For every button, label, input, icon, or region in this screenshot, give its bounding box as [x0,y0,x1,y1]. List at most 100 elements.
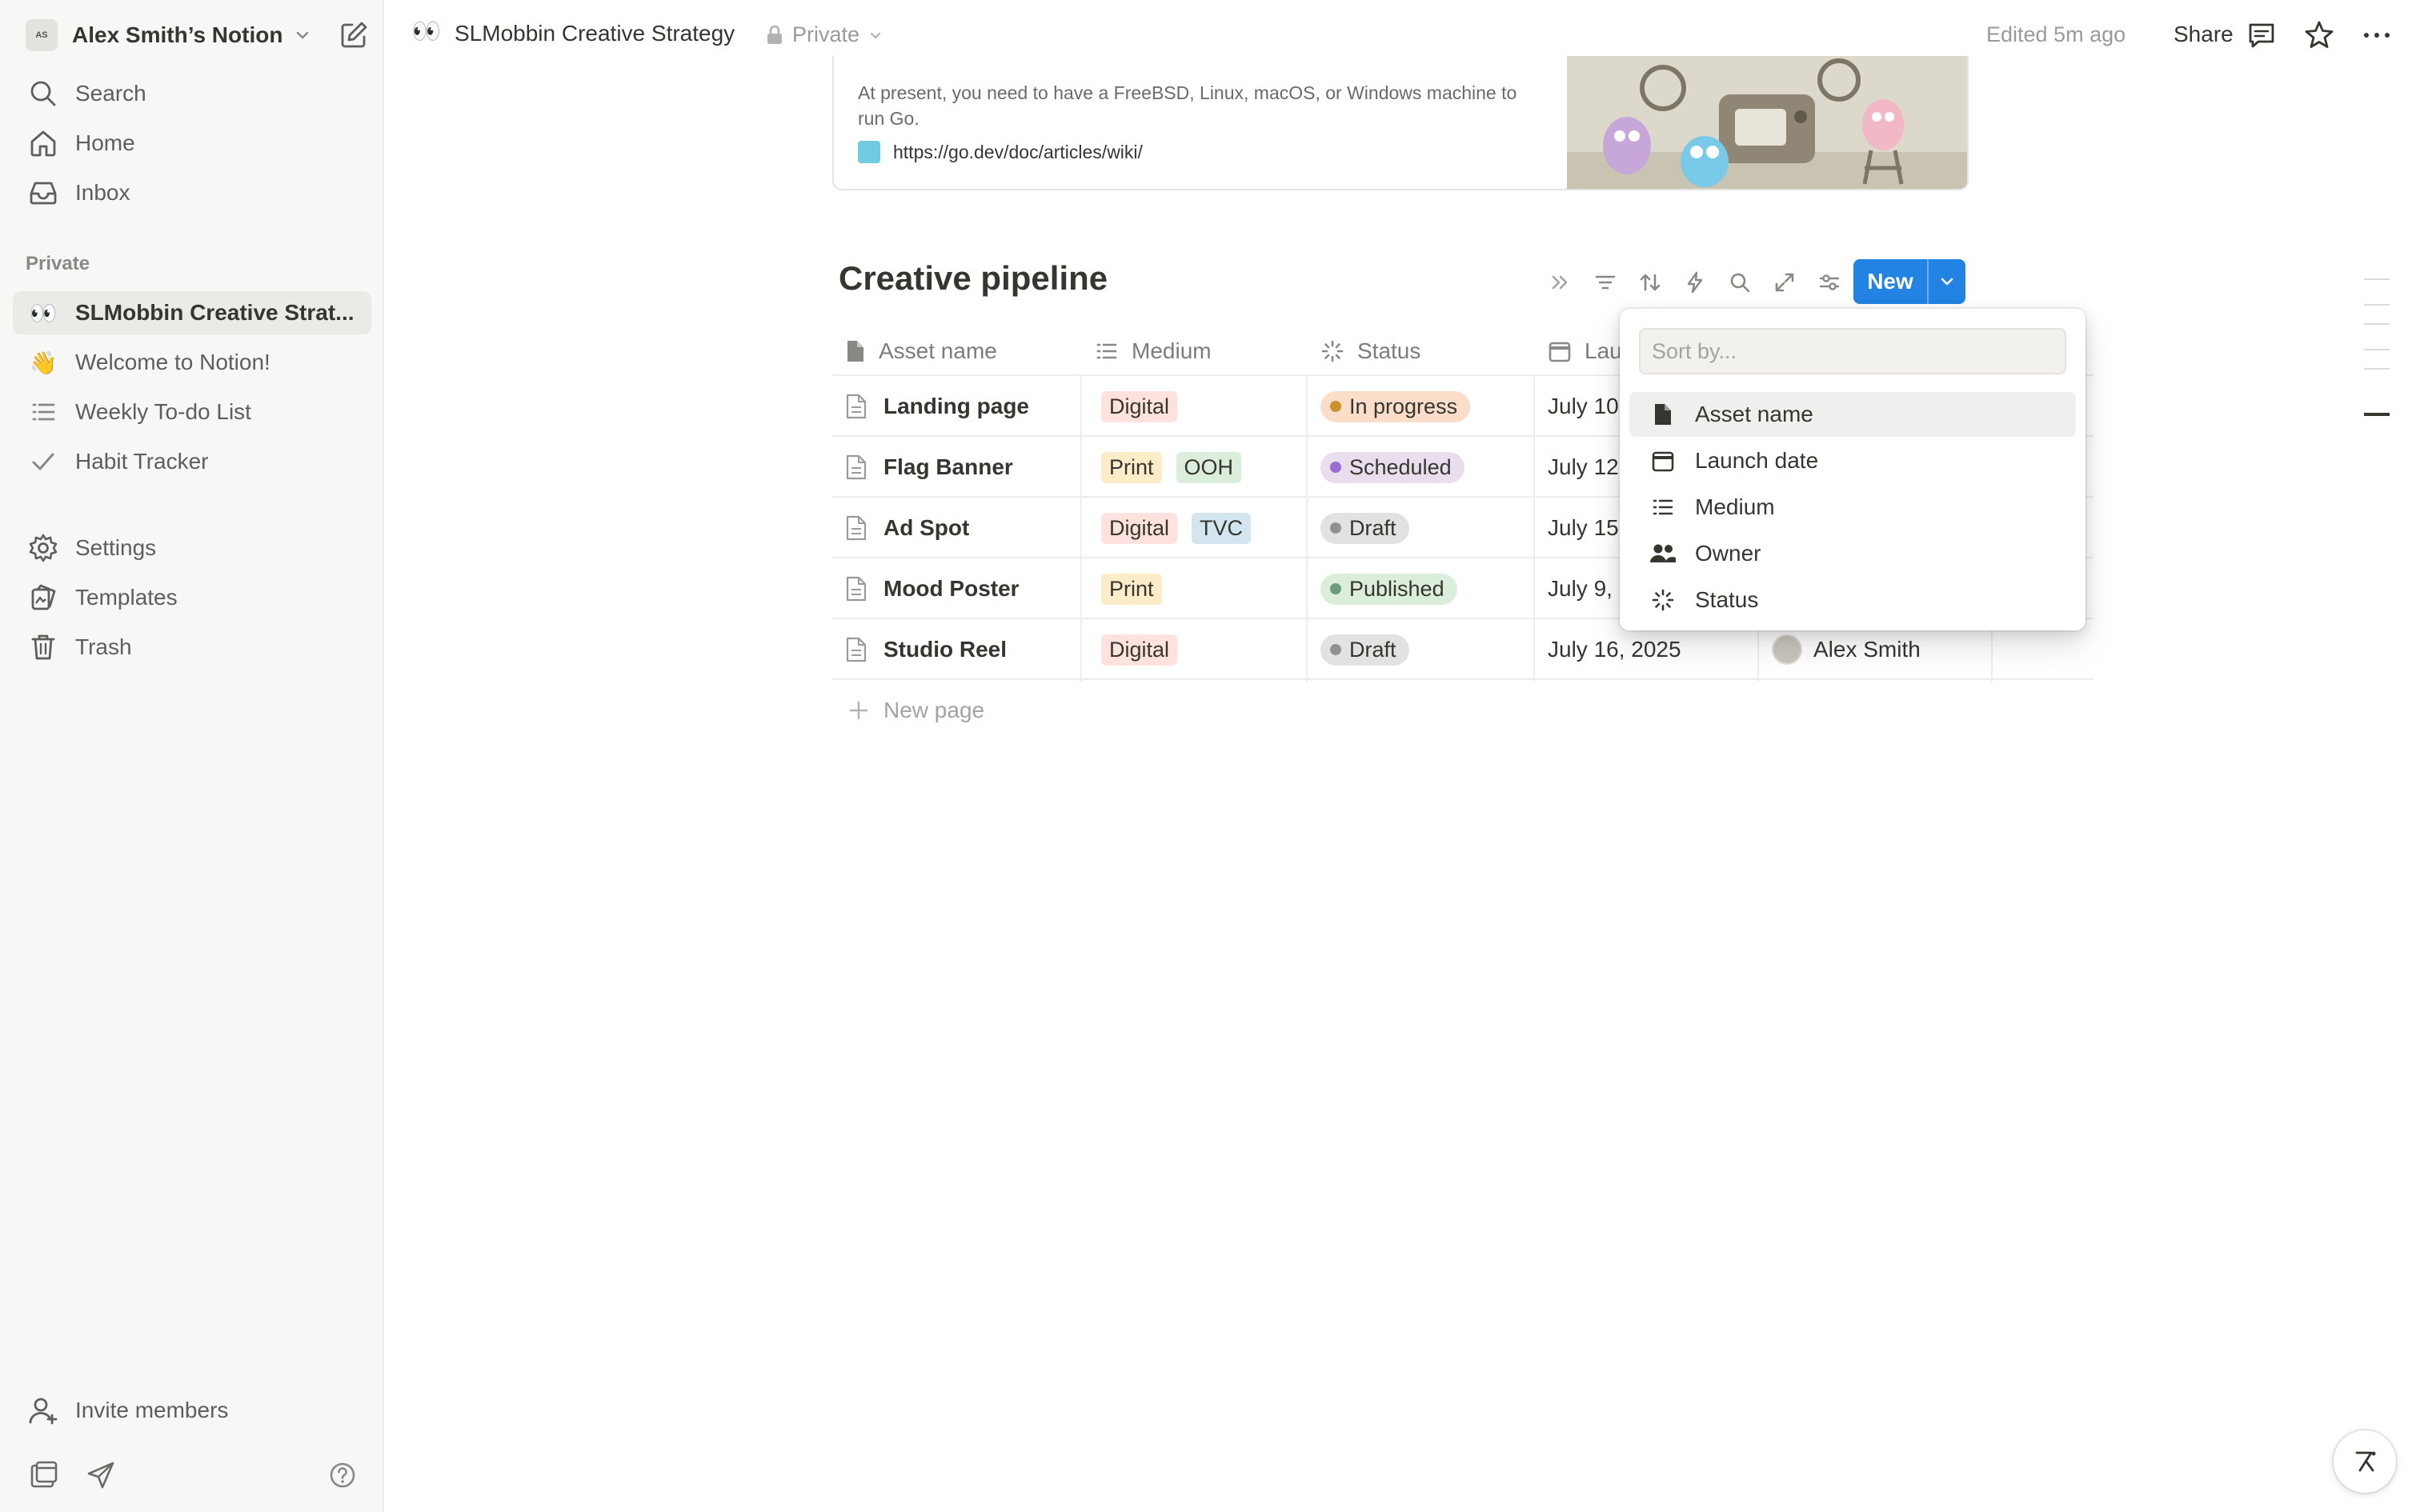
column-header-status[interactable]: Status [1320,326,1420,376]
column-header-asset-name[interactable]: Asset name [845,326,997,376]
sort-search-input[interactable] [1639,328,2066,374]
search-icon[interactable] [1717,264,1762,301]
asset-name-cell[interactable]: Mood Poster [845,558,1020,619]
status-cell[interactable]: Published [1320,558,1457,619]
home-icon [27,127,59,159]
privacy-label: Private [792,22,860,46]
filter-icon[interactable] [1583,264,1628,301]
sort-option-launch-date[interactable]: Launch date [1629,438,2076,483]
column-header-medium[interactable]: Medium [1095,326,1212,376]
asset-name-cell[interactable]: Flag Banner [845,437,1013,498]
invite-members-button[interactable]: Invite members [13,1389,371,1432]
asset-name-cell[interactable]: Studio Reel [845,619,1007,680]
status-cell[interactable]: Draft [1320,619,1409,680]
sort-option-owner[interactable]: Owner [1629,531,2076,576]
check-icon [27,447,59,476]
expand-icon[interactable] [1762,264,1807,301]
medium-cell[interactable]: Print [1101,558,1176,619]
medium-cell[interactable]: Digital [1101,619,1192,680]
sidebar-footer [27,1458,371,1493]
outline-marker[interactable] [2364,368,2390,370]
workspace-switcher[interactable]: AS Alex Smith’s Notion [26,16,370,54]
launch-date-cell[interactable]: July 15 [1548,498,1619,558]
sidebar-item-inbox[interactable]: Inbox [13,171,371,214]
asset-name: Landing page [883,394,1029,418]
medium-cell[interactable]: Print OOH [1101,437,1256,498]
asset-name-cell[interactable]: Ad Spot [845,498,969,558]
page-icon [845,576,867,602]
page-icon [845,394,867,419]
asset-name: Flag Banner [883,454,1013,479]
sidebar-item-search[interactable]: Search [13,72,371,115]
status-cell[interactable]: Scheduled [1320,437,1464,498]
page-icon [845,515,867,541]
ai-face-icon [2349,1446,2381,1478]
owner-name: Alex Smith [1813,637,1921,662]
launch-date-cell[interactable]: July 12 [1548,437,1619,498]
star-icon[interactable] [2303,19,2335,51]
column-header-label: Asset name [879,338,997,363]
edited-timestamp: Edited 5m ago [1986,22,2126,46]
column-header-launch-date[interactable]: Lau [1548,326,1622,376]
outline-marker[interactable] [2364,349,2390,350]
settings-sliders-icon[interactable] [1807,264,1852,301]
invite-members-label: Invite members [75,1398,229,1422]
send-icon[interactable] [85,1459,117,1491]
compose-icon[interactable] [338,19,370,51]
sidebar-item-label: Trash [75,634,132,659]
sort-option-asset-name[interactable]: Asset name [1629,392,2076,437]
chevron-down-icon[interactable] [1929,273,1965,290]
outline-marker[interactable] [2364,304,2390,306]
launch-date-cell[interactable]: July 10 [1548,376,1619,437]
sidebar-item-slmobbin-creative-strategy[interactable]: 👀 SLMobbin Creative Strat... [13,291,371,334]
status-icon [1320,339,1344,363]
sort-option-medium[interactable]: Medium [1629,485,2076,530]
sidebar-item-habit-tracker[interactable]: Habit Tracker [13,440,371,483]
column-header-label: Medium [1132,338,1212,363]
breadcrumb-page-title[interactable]: SLMobbin Creative Strategy [455,21,735,46]
outline-marker[interactable] [2364,323,2390,325]
status-cell[interactable]: Draft [1320,498,1409,558]
sidebar-item-home[interactable]: Home [13,122,371,165]
medium-tag: Digital [1101,512,1178,544]
sidebar-item-templates[interactable]: Templates [13,576,371,619]
new-page-button[interactable]: New page [848,698,984,723]
notion-ai-button[interactable] [2334,1430,2396,1493]
share-button[interactable]: Share [2174,22,2234,47]
sidebar-item-trash[interactable]: Trash [13,626,371,669]
bookmark-preview-card[interactable]: At present, you need to have a FreeBSD, … [832,56,1969,190]
more-options-icon[interactable] [2361,19,2393,51]
database-title[interactable]: Creative pipeline [839,259,1108,298]
sidebar-item-welcome[interactable]: 👋 Welcome to Notion! [13,341,371,384]
calendar-app-icon[interactable] [27,1459,59,1491]
sidebar-item-label: Habit Tracker [75,449,209,474]
avatar [1772,634,1802,665]
outline-marker[interactable] [2364,278,2390,280]
new-record-button[interactable]: New [1853,259,1965,304]
sidebar-item-settings[interactable]: Settings [13,526,371,570]
sidebar-item-weekly-todo[interactable]: Weekly To-do List [13,390,371,434]
status-badge: In progress [1320,390,1471,422]
workspace-logo: AS [26,19,58,51]
help-icon[interactable] [328,1461,357,1490]
medium-cell[interactable]: Digital [1101,376,1192,437]
sort-icon[interactable] [1628,264,1673,301]
page-icon [1647,402,1679,426]
medium-cell[interactable]: Digital TVC [1101,498,1265,558]
sort-option-status[interactable]: Status [1629,578,2076,622]
bookmark-thumbnail-image [1567,56,1967,189]
sidebar-section-private: Private [26,253,90,274]
status-cell[interactable]: In progress [1320,376,1471,437]
automation-bolt-icon[interactable] [1673,264,1717,301]
list-icon [1647,495,1679,519]
sort-popup: Asset name Launch date Medium Owner Stat… [1620,309,2085,630]
comments-icon[interactable] [2246,19,2278,51]
page-icon [845,339,866,363]
outline-marker-active[interactable] [2364,413,2390,416]
double-chevron-right-icon[interactable] [1538,264,1583,301]
launch-date-cell[interactable]: July 9, [1548,558,1613,619]
sidebar-item-label: SLMobbin Creative Strat... [75,300,355,325]
asset-name-cell[interactable]: Landing page [845,376,1029,437]
privacy-selector[interactable]: Private [765,22,883,47]
trash-icon [27,631,59,663]
